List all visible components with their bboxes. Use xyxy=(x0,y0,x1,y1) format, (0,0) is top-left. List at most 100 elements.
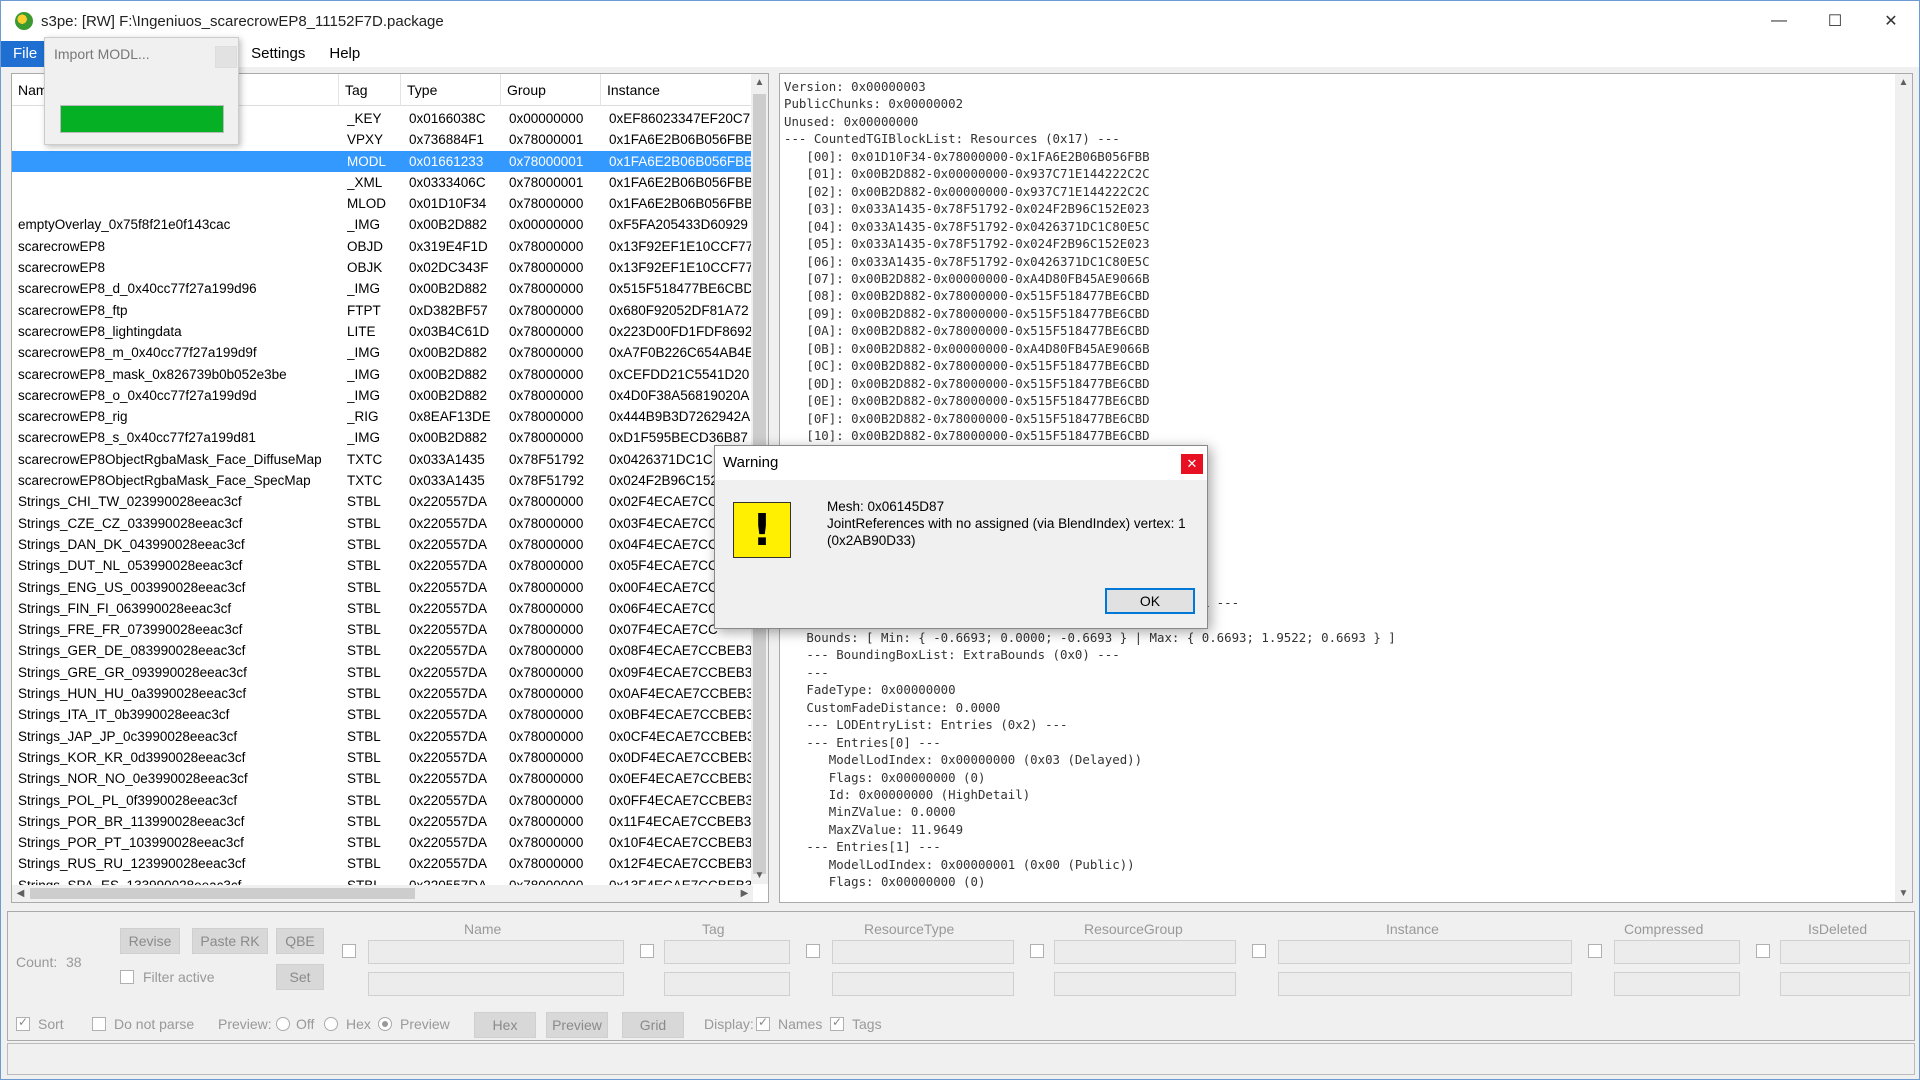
preview-hex-radio[interactable] xyxy=(324,1017,338,1031)
preview-button[interactable]: Preview xyxy=(546,1012,608,1038)
text-scroll-up-icon[interactable]: ▲ xyxy=(1895,74,1912,91)
menu-file[interactable]: File xyxy=(1,41,50,67)
revise-button[interactable]: Revise xyxy=(120,928,180,954)
list-hscroll-thumb[interactable] xyxy=(30,888,415,899)
do-not-parse-checkbox[interactable] xyxy=(92,1017,106,1031)
table-row[interactable]: scarecrowEP8 OBJD 0x319E4F1D 0x78000000 0x13… xyxy=(12,236,752,257)
header-instance[interactable]: Instance xyxy=(601,74,752,106)
table-row[interactable]: Strings_FIN_FI_063990028eeac3cf STBL 0x220… xyxy=(12,598,752,619)
table-row[interactable]: Strings_NOR_NO_0e3990028eeac3cf STBL 0x220… xyxy=(12,768,752,789)
filter-active-checkbox[interactable] xyxy=(120,970,134,984)
table-row[interactable]: scarecrowEP8_s_0x40cc77f27a199d81 _IMG 0x0… xyxy=(12,427,752,448)
tag-filter-checkbox[interactable] xyxy=(640,944,654,958)
table-row[interactable]: Strings_JAP_JP_0c3990028eeac3cf STBL 0x220… xyxy=(12,726,752,747)
compressed-filter-field[interactable] xyxy=(1614,940,1740,964)
name-filter-checkbox[interactable] xyxy=(342,944,356,958)
table-row[interactable]: Strings_POR_PT_103990028eeac3cf STBL 0x220… xyxy=(12,832,752,853)
preview-off-radio[interactable] xyxy=(276,1017,290,1031)
maximize-button[interactable]: ☐ xyxy=(1807,1,1863,41)
row-name: Strings_POL_PL_0f3990028eeac3cf xyxy=(18,792,238,808)
table-row[interactable]: MODL 0x01661233 0x78000001 0x1FA6E2B06B056F… xyxy=(12,150,752,172)
tags-checkbox[interactable] xyxy=(830,1015,844,1031)
table-row[interactable]: Strings_FRE_FR_073990028eeac3cf STBL 0x220… xyxy=(12,619,752,640)
instance-filter-checkbox[interactable] xyxy=(1252,944,1266,958)
import-close-button[interactable] xyxy=(215,46,237,68)
table-row[interactable]: Strings_GER_DE_083990028eeac3cf STBL 0x220… xyxy=(12,640,752,661)
isdeleted-filter-checkbox[interactable] xyxy=(1756,944,1770,958)
qbe-button[interactable]: QBE xyxy=(276,928,324,954)
ok-button[interactable]: OK xyxy=(1105,588,1195,614)
hex-button[interactable]: Hex xyxy=(474,1012,536,1038)
table-row[interactable]: scarecrowEP8_mask_0x826739b0b052e3be _IMG… xyxy=(12,364,752,385)
table-row[interactable]: scarecrowEP8 OBJK 0x02DC343F 0x78000000 0x13… xyxy=(12,257,752,278)
tag-value-field[interactable] xyxy=(664,972,790,996)
text-scroll-down-icon[interactable]: ▼ xyxy=(1895,885,1912,902)
scroll-right-icon[interactable]: ▶ xyxy=(736,885,753,902)
set-button[interactable]: Set xyxy=(276,964,324,990)
table-row[interactable]: Strings_POR_BR_113990028eeac3cf STBL 0x220… xyxy=(12,811,752,832)
table-row[interactable]: emptyOverlay_0x75f8f21e0f143cac _IMG 0x00B… xyxy=(12,214,752,235)
row-group: 0x78000000 xyxy=(509,409,584,425)
menu-settings[interactable]: Settings xyxy=(239,41,317,67)
table-row[interactable]: Strings_RUS_RU_123990028eeac3cf STBL 0x220… xyxy=(12,853,752,874)
name-value-field[interactable] xyxy=(368,972,624,996)
table-row[interactable]: Strings_DAN_DK_043990028eeac3cf STBL 0x220… xyxy=(12,534,752,555)
text-line: Flags: 0x00000000 (0) xyxy=(784,874,986,890)
group-value-field[interactable] xyxy=(1054,972,1236,996)
table-row[interactable]: Strings_CZE_CZ_033990028eeac3cf STBL 0x220… xyxy=(12,513,752,534)
dialog-close-icon[interactable]: ✕ xyxy=(1181,454,1203,474)
scroll-left-icon[interactable]: ◀ xyxy=(12,885,29,902)
table-row[interactable]: scarecrowEP8ObjectRgbaMask_Face_SpecMap T… xyxy=(12,470,752,491)
isdeleted-value-field[interactable] xyxy=(1780,972,1910,996)
sort-checkbox[interactable] xyxy=(16,1015,30,1031)
header-type[interactable]: Type xyxy=(401,74,501,106)
table-row[interactable]: _XML 0x0333406C 0x78000001 0x1FA6E2B06B056F… xyxy=(12,172,752,193)
group-filter-checkbox[interactable] xyxy=(1030,944,1044,958)
table-row[interactable]: Strings_GRE_GR_093990028eeac3cf STBL 0x220… xyxy=(12,662,752,683)
isdeleted-filter-field[interactable] xyxy=(1780,940,1910,964)
list-horizontal-scrollbar[interactable]: ◀ ▶ xyxy=(12,885,753,902)
preview-preview-radio[interactable] xyxy=(378,1017,392,1031)
group-filter-field[interactable] xyxy=(1054,940,1236,964)
table-row[interactable]: Strings_ITA_IT_0b3990028eeac3cf STBL 0x220… xyxy=(12,704,752,725)
row-instance: 0x0AF4ECAE7CCBEB3 xyxy=(609,686,752,702)
table-row[interactable]: scarecrowEP8_d_0x40cc77f27a199d96 _IMG 0x0… xyxy=(12,278,752,299)
table-row[interactable]: Strings_HUN_HU_0a3990028eeac3cf STBL 0x220… xyxy=(12,683,752,704)
resource-list[interactable]: Name Tag Type Group Instance _KEY 0x01660… xyxy=(11,73,769,903)
table-row[interactable]: Strings_ENG_US_003990028eeac3cf STBL 0x220… xyxy=(12,577,752,598)
minimize-button[interactable]: — xyxy=(1751,1,1807,41)
text-vertical-scrollbar[interactable]: ▲ ▼ xyxy=(1895,74,1912,902)
grid-button[interactable]: Grid xyxy=(622,1012,684,1038)
table-row[interactable]: scarecrowEP8_lightingdata LITE 0x03B4C61D 0… xyxy=(12,321,752,342)
header-tag[interactable]: Tag xyxy=(339,74,401,106)
name-filter-field[interactable] xyxy=(368,940,624,964)
type-value-field[interactable] xyxy=(832,972,1014,996)
menu-help[interactable]: Help xyxy=(317,41,372,67)
tag-filter-field[interactable] xyxy=(664,940,790,964)
scroll-up-icon[interactable]: ▲ xyxy=(751,74,768,91)
scroll-down-icon[interactable]: ▼ xyxy=(751,867,768,884)
text-line: MinZValue: 0.0000 xyxy=(784,804,956,820)
compressed-value-field[interactable] xyxy=(1614,972,1740,996)
paste-rk-button[interactable]: Paste RK xyxy=(192,928,268,954)
table-row[interactable]: scarecrowEP8_rig _RIG 0x8EAF13DE 0x78000000… xyxy=(12,406,752,427)
row-name: scarecrowEP8_d_0x40cc77f27a199d96 xyxy=(18,281,257,297)
instance-filter-field[interactable] xyxy=(1278,940,1572,964)
table-row[interactable]: MLOD 0x01D10F34 0x78000000 0x1FA6E2B06B056F… xyxy=(12,193,752,214)
table-row[interactable]: Strings_CHI_TW_023990028eeac3cf STBL 0x220… xyxy=(12,491,752,512)
header-group[interactable]: Group xyxy=(501,74,601,106)
table-row[interactable]: scarecrowEP8_ftp FTPT 0xD382BF57 0x78000000… xyxy=(12,300,752,321)
table-row[interactable]: Strings_KOR_KR_0d3990028eeac3cf STBL 0x220… xyxy=(12,747,752,768)
table-row[interactable]: Strings_POL_PL_0f3990028eeac3cf STBL 0x220… xyxy=(12,790,752,811)
names-checkbox[interactable] xyxy=(756,1015,770,1031)
table-row[interactable]: scarecrowEP8_m_0x40cc77f27a199d9f _IMG 0x0… xyxy=(12,342,752,363)
type-filter-field[interactable] xyxy=(832,940,1014,964)
row-name: scarecrowEP8 xyxy=(18,238,106,254)
table-row[interactable]: scarecrowEP8ObjectRgbaMask_Face_DiffuseM… xyxy=(12,449,752,470)
type-filter-checkbox[interactable] xyxy=(806,944,820,958)
table-row[interactable]: Strings_DUT_NL_053990028eeac3cf STBL 0x220… xyxy=(12,555,752,576)
instance-value-field[interactable] xyxy=(1278,972,1572,996)
table-row[interactable]: scarecrowEP8_o_0x40cc77f27a199d9d _IMG 0x0… xyxy=(12,385,752,406)
close-button[interactable]: ✕ xyxy=(1863,1,1919,41)
compressed-filter-checkbox[interactable] xyxy=(1588,944,1602,958)
